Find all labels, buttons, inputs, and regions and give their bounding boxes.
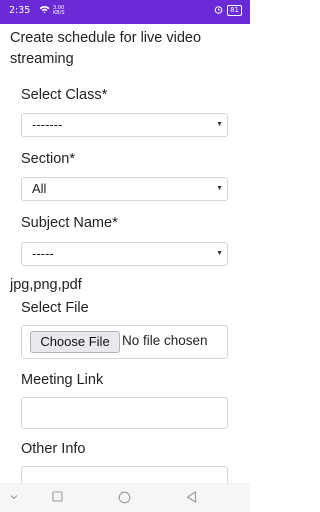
subject-name-label: Subject Name*	[21, 215, 118, 231]
dropdown-arrow-icon: ▼	[216, 185, 223, 192]
select-file-label: Select File	[21, 300, 89, 316]
subject-name-value: -----	[32, 246, 54, 261]
dropdown-arrow-icon: ▼	[216, 121, 223, 128]
section-dropdown[interactable]: All ▼	[21, 177, 228, 201]
section-value: All	[32, 181, 47, 196]
dropdown-arrow-icon: ▼	[216, 250, 223, 257]
file-status-text: No file chosen	[122, 333, 208, 348]
status-time: 2:35	[9, 5, 31, 16]
wifi-icon	[39, 5, 50, 16]
select-class-dropdown[interactable]: ------- ▼	[21, 113, 228, 137]
select-class-label: Select Class*	[21, 87, 108, 103]
battery-icon: 81	[227, 5, 242, 16]
other-info-label: Other Info	[21, 441, 86, 457]
alarm-icon	[214, 5, 223, 16]
file-types-note: jpg,png,pdf	[10, 277, 82, 293]
meeting-link-label: Meeting Link	[21, 372, 104, 388]
recent-apps-icon[interactable]	[52, 491, 63, 505]
status-bar: 2:35 3.00 KB/S 81	[0, 0, 250, 24]
data-speed: 3.00 KB/S	[53, 4, 65, 16]
select-class-value: -------	[32, 117, 63, 132]
subject-name-dropdown[interactable]: ----- ▼	[21, 242, 228, 266]
file-input[interactable]: Choose File No file chosen	[21, 325, 228, 359]
meeting-link-input[interactable]	[21, 397, 228, 429]
navigation-bar	[0, 483, 250, 512]
back-icon[interactable]	[186, 491, 197, 506]
home-icon[interactable]	[118, 491, 131, 507]
page-title: Create schedule for live video streaming	[10, 30, 202, 67]
section-label: Section*	[21, 151, 76, 167]
choose-file-button[interactable]: Choose File	[30, 331, 120, 353]
chevron-down-icon[interactable]	[9, 491, 19, 505]
